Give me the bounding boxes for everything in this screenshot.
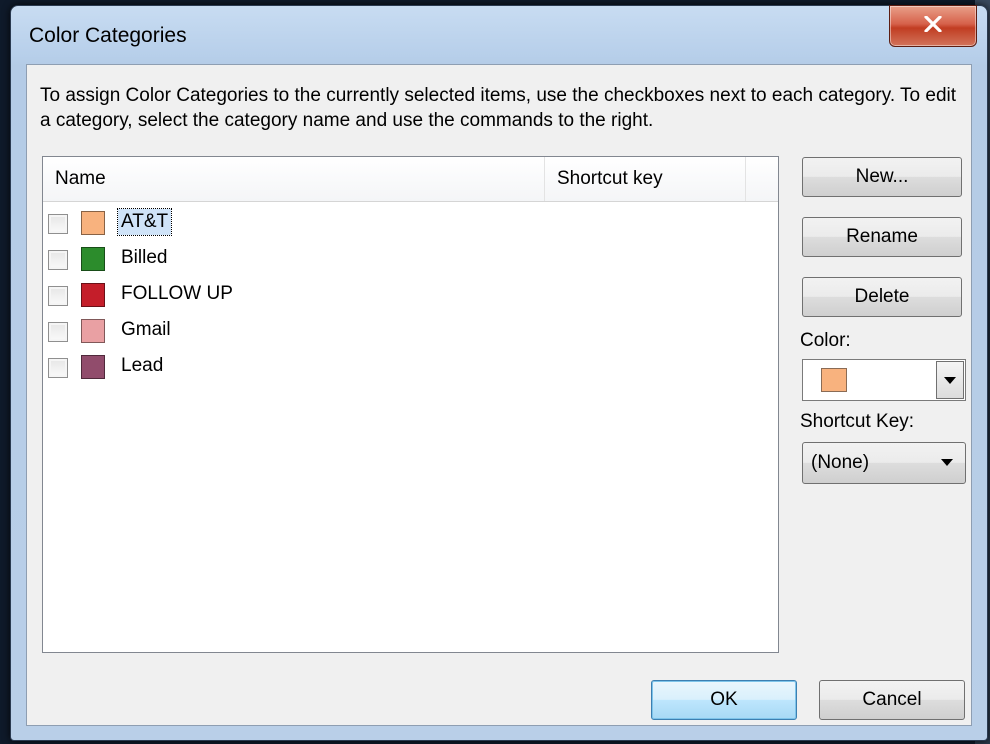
category-checkbox[interactable] bbox=[48, 322, 68, 342]
category-checkbox[interactable] bbox=[48, 358, 68, 378]
list-item[interactable]: Billed bbox=[48, 244, 648, 276]
category-list[interactable]: Name Shortcut key AT&T Billed FOLLOW UP Gma… bbox=[42, 156, 779, 653]
shortcut-key-dropdown[interactable]: (None) bbox=[802, 442, 966, 484]
new-button[interactable]: New... bbox=[802, 157, 962, 197]
list-item[interactable]: Lead bbox=[48, 352, 648, 384]
category-color-swatch bbox=[81, 211, 105, 235]
shortcut-key-label: Shortcut Key: bbox=[800, 411, 915, 432]
chevron-down-icon bbox=[944, 376, 956, 384]
close-button[interactable] bbox=[889, 5, 977, 47]
color-categories-dialog: Color Categories To assign Color Categor… bbox=[10, 5, 988, 741]
category-name[interactable]: Billed bbox=[118, 245, 170, 271]
category-checkbox[interactable] bbox=[48, 250, 68, 270]
category-name[interactable]: Gmail bbox=[118, 317, 174, 343]
category-checkbox[interactable] bbox=[48, 214, 68, 234]
category-name[interactable]: FOLLOW UP bbox=[118, 281, 236, 307]
category-color-swatch bbox=[81, 355, 105, 379]
close-icon bbox=[924, 14, 942, 37]
category-name[interactable]: Lead bbox=[118, 353, 166, 379]
column-header-shortcut-key[interactable]: Shortcut key bbox=[545, 157, 745, 201]
shortcut-key-value: (None) bbox=[811, 452, 870, 473]
column-header-name[interactable]: Name bbox=[43, 157, 545, 201]
category-color-swatch bbox=[81, 319, 105, 343]
color-dropdown-button[interactable] bbox=[936, 361, 964, 399]
selected-color-swatch bbox=[821, 368, 847, 392]
dialog-title: Color Categories bbox=[29, 24, 187, 47]
list-item[interactable]: Gmail bbox=[48, 316, 648, 348]
delete-button[interactable]: Delete bbox=[802, 277, 962, 317]
color-label: Color: bbox=[800, 330, 851, 351]
column-divider[interactable] bbox=[745, 157, 746, 201]
list-item[interactable]: AT&T bbox=[48, 208, 648, 240]
rename-button[interactable]: Rename bbox=[802, 217, 962, 257]
chevron-down-icon bbox=[941, 459, 953, 466]
instructions-text: To assign Color Categories to the curren… bbox=[40, 85, 957, 131]
cancel-button[interactable]: Cancel bbox=[819, 680, 965, 720]
ok-button[interactable]: OK bbox=[651, 680, 797, 720]
category-checkbox[interactable] bbox=[48, 286, 68, 306]
category-color-swatch bbox=[81, 247, 105, 271]
category-color-swatch bbox=[81, 283, 105, 307]
list-header: Name Shortcut key bbox=[43, 157, 778, 202]
color-dropdown[interactable] bbox=[802, 359, 966, 401]
category-name[interactable]: AT&T bbox=[116, 208, 173, 236]
list-item[interactable]: FOLLOW UP bbox=[48, 280, 648, 312]
dialog-client-area: To assign Color Categories to the curren… bbox=[26, 64, 972, 726]
